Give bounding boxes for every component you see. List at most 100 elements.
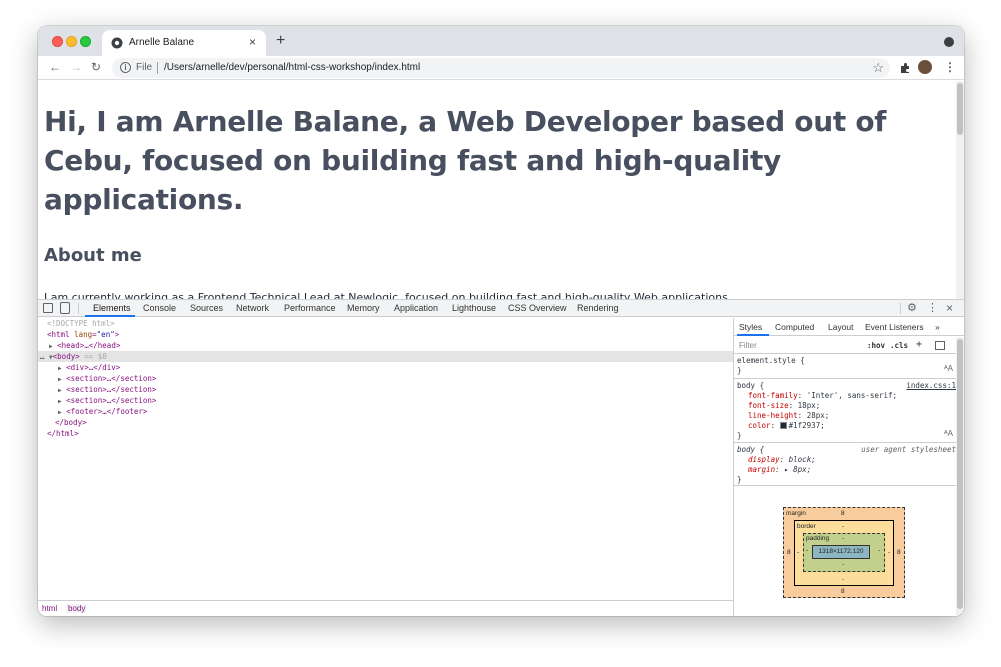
- tab-rendering[interactable]: Rendering: [577, 303, 619, 313]
- border-bottom-value[interactable]: -: [842, 576, 844, 583]
- page-scrollbar-thumb[interactable]: [957, 83, 963, 135]
- reload-icon[interactable]: ↻: [91, 60, 101, 74]
- tree-node-html[interactable]: <html lang="en">: [47, 329, 119, 340]
- expand-triangle-icon[interactable]: ▶: [58, 398, 62, 405]
- tree-node-div[interactable]: ▶ <div>…</div>: [58, 362, 120, 373]
- tab-close-icon[interactable]: ×: [249, 35, 256, 49]
- element-style-selector[interactable]: element.style {: [737, 356, 805, 366]
- margin-left-value[interactable]: 8: [787, 549, 791, 556]
- tab-application[interactable]: Application: [394, 303, 438, 313]
- tree-node-section[interactable]: ▶ <section>…</section>: [58, 395, 156, 406]
- font-editor-icon[interactable]: ᴬA: [944, 364, 953, 373]
- extensions-icon[interactable]: [899, 62, 911, 74]
- minimize-window-button[interactable]: [66, 36, 77, 47]
- expand-triangle-icon[interactable]: ▶: [58, 365, 62, 372]
- padding-left-value[interactable]: -: [806, 547, 808, 554]
- tab-sources[interactable]: Sources: [190, 303, 223, 313]
- tab-layout[interactable]: Layout: [828, 322, 854, 332]
- inspect-element-icon[interactable]: [43, 303, 53, 313]
- font-editor-icon[interactable]: ᴬA: [944, 429, 953, 438]
- stylesheet-link[interactable]: index.css:1: [906, 381, 956, 390]
- css-declaration[interactable]: margin: ▸ 8px;: [748, 465, 811, 475]
- browser-tab[interactable]: Arnelle Balane ×: [102, 30, 266, 56]
- hover-state-toggle[interactable]: :hov: [867, 341, 885, 350]
- box-model-margin[interactable]: margin 8 8 8 8 border - - - - padding - …: [783, 507, 905, 598]
- tab-performance[interactable]: Performance: [284, 303, 336, 313]
- styles-scrollbar[interactable]: [956, 337, 964, 616]
- tab-styles[interactable]: Styles: [739, 322, 762, 332]
- css-declaration[interactable]: font-family: 'Inter', sans-serif;: [748, 391, 897, 401]
- tab-console[interactable]: Console: [143, 303, 176, 313]
- tree-node-head[interactable]: ▶ <head>…</head>: [49, 340, 120, 351]
- browser-menu-icon[interactable]: ⋮: [944, 60, 956, 74]
- border-left-value[interactable]: -: [797, 549, 799, 556]
- css-declaration[interactable]: color: #1f2937;: [748, 421, 825, 431]
- styles-scrollbar-thumb[interactable]: [957, 339, 963, 609]
- tab-event-listeners[interactable]: Event Listeners: [865, 322, 924, 332]
- margin-label: margin: [786, 510, 806, 517]
- page-scrollbar[interactable]: [956, 81, 964, 299]
- maximize-window-button[interactable]: [80, 36, 91, 47]
- tab-search-icon[interactable]: [944, 37, 954, 47]
- tab-elements[interactable]: Elements: [93, 303, 131, 313]
- content-dimensions[interactable]: 1318×1172.120: [813, 548, 869, 555]
- padding-right-value[interactable]: -: [878, 547, 880, 554]
- more-options-icon[interactable]: ⋮: [927, 301, 938, 314]
- body-selector[interactable]: body {: [737, 381, 764, 391]
- more-tabs-chevron-icon[interactable]: »: [935, 322, 940, 332]
- color-swatch[interactable]: [779, 422, 787, 429]
- border-right-value[interactable]: -: [888, 549, 890, 556]
- breadcrumb-body[interactable]: body: [66, 604, 88, 613]
- tab-css-overview[interactable]: CSS Overview: [508, 303, 567, 313]
- css-declaration[interactable]: line-height: 28px;: [748, 411, 829, 421]
- box-model-content[interactable]: 1318×1172.120: [812, 545, 870, 559]
- tab-computed[interactable]: Computed: [775, 322, 814, 332]
- class-toggle[interactable]: .cls: [890, 341, 908, 350]
- info-icon[interactable]: i: [120, 62, 131, 73]
- url-text[interactable]: /Users/arnelle/dev/personal/html-css-wor…: [164, 62, 420, 73]
- expand-triangle-icon[interactable]: ▶: [58, 409, 62, 416]
- address-bar[interactable]: i File /Users/arnelle/dev/personal/html-…: [112, 58, 890, 78]
- styles-pane: Styles Computed Layout Event Listeners »…: [733, 318, 964, 616]
- tab-memory[interactable]: Memory: [347, 303, 380, 313]
- back-icon[interactable]: ←: [49, 60, 61, 74]
- new-tab-button[interactable]: +: [276, 32, 285, 50]
- border-top-value[interactable]: -: [842, 523, 844, 530]
- bookmark-star-icon[interactable]: ☆: [872, 60, 884, 76]
- tree-node-footer[interactable]: ▶ <footer>…</footer>: [58, 406, 147, 417]
- tab-network[interactable]: Network: [236, 303, 269, 313]
- gear-icon[interactable]: ⚙: [907, 301, 917, 314]
- close-window-button[interactable]: [52, 36, 63, 47]
- forward-icon[interactable]: →: [70, 60, 82, 74]
- expand-triangle-icon[interactable]: ▶: [58, 387, 62, 394]
- tree-node-body-close[interactable]: </body>: [55, 417, 87, 428]
- padding-top-value[interactable]: -: [842, 535, 844, 542]
- device-toolbar-icon[interactable]: [60, 302, 70, 314]
- filter-input[interactable]: Filter: [739, 341, 757, 350]
- box-model-padding[interactable]: padding - - - - 1318×1172.120: [803, 533, 885, 572]
- css-declaration[interactable]: font-size: 18px;: [748, 401, 820, 411]
- body-selector[interactable]: body {: [737, 445, 764, 455]
- margin-top-value[interactable]: 8: [841, 510, 845, 517]
- expand-triangle-icon[interactable]: ▶: [58, 376, 62, 383]
- profile-avatar[interactable]: [918, 60, 932, 74]
- margin-bottom-value[interactable]: 8: [841, 588, 845, 595]
- css-declaration[interactable]: display: block;: [748, 455, 816, 465]
- tree-node-body[interactable]: … ▼<body> == $0: [40, 351, 107, 362]
- margin-right-value[interactable]: 8: [897, 549, 901, 556]
- expand-triangle-icon[interactable]: ▶: [49, 343, 53, 350]
- tree-node-section[interactable]: ▶ <section>…</section>: [58, 373, 156, 384]
- breadcrumb-html[interactable]: html: [42, 604, 57, 613]
- tab-lighthouse[interactable]: Lighthouse: [452, 303, 496, 313]
- tree-node-section[interactable]: ▶ <section>…</section>: [58, 384, 156, 395]
- padding-bottom-value[interactable]: -: [842, 561, 844, 568]
- address-divider: [157, 62, 158, 74]
- tree-node-html-close[interactable]: </html>: [47, 428, 79, 439]
- new-style-rule-button[interactable]: +: [916, 339, 922, 350]
- devtools-tabbar: Elements Console Sources Network Perform…: [38, 300, 964, 317]
- toggle-sidebar-icon[interactable]: [935, 341, 945, 350]
- tree-node-doctype[interactable]: <!DOCTYPE html>: [47, 318, 115, 329]
- close-devtools-icon[interactable]: ×: [946, 301, 953, 315]
- devtools-divider: [78, 303, 79, 314]
- box-model-border[interactable]: border - - - - padding - - - - 1318×1172…: [794, 520, 894, 586]
